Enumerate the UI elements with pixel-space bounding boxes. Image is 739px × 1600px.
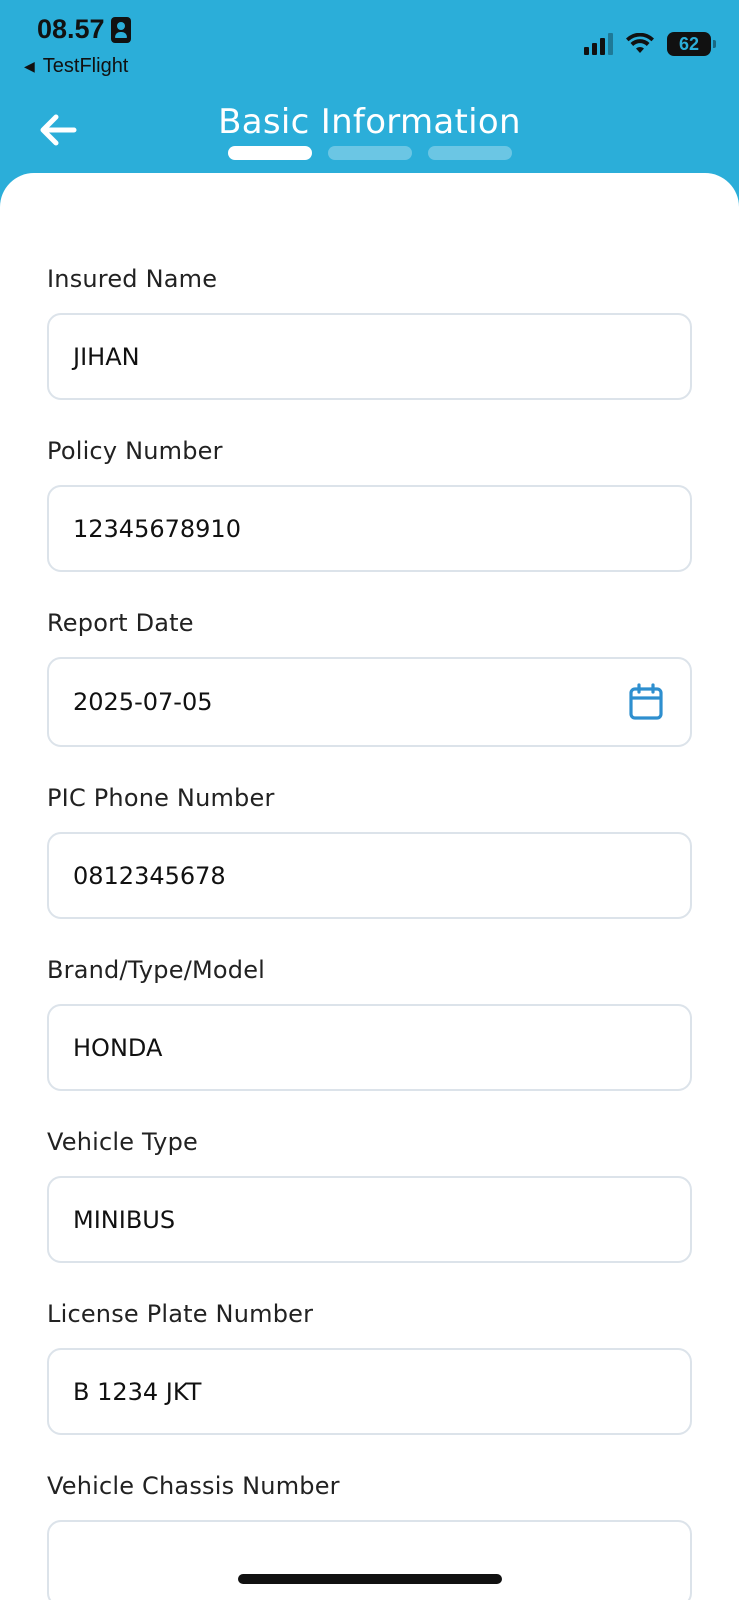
person-badge-icon xyxy=(110,16,131,43)
report-date-field: Report Date 2025-07-05 xyxy=(47,609,692,747)
report-date-label: Report Date xyxy=(47,609,194,637)
status-indicators: 62 xyxy=(584,32,716,56)
wifi-icon xyxy=(626,33,654,53)
report-date-value: 2025-07-05 xyxy=(73,688,213,716)
step-indicator-2 xyxy=(328,146,412,160)
form-sheet: Insured Name JIHAN Policy Number 1234567… xyxy=(0,173,739,1600)
brand-model-field: Brand/Type/Model HONDA xyxy=(47,956,692,1091)
brand-model-label: Brand/Type/Model xyxy=(47,956,266,984)
report-date-input[interactable]: 2025-07-05 xyxy=(47,657,692,747)
insured-name-input[interactable]: JIHAN xyxy=(47,313,692,400)
header-bar: Basic Information xyxy=(0,100,739,170)
brand-model-input[interactable]: HONDA xyxy=(47,1004,692,1091)
time-text: 08.57 xyxy=(37,14,105,44)
battery-icon: 62 xyxy=(667,32,716,56)
chassis-number-label: Vehicle Chassis Number xyxy=(47,1472,340,1500)
pic-phone-label: PIC Phone Number xyxy=(47,784,275,812)
status-bar: 08.57 ◀ TestFlight 62 xyxy=(0,0,739,90)
pic-phone-field: PIC Phone Number 0812345678 xyxy=(47,784,692,919)
license-plate-label: License Plate Number xyxy=(47,1300,314,1328)
step-progress xyxy=(228,146,512,160)
step-indicator-3 xyxy=(428,146,512,160)
insured-name-field: Insured Name JIHAN xyxy=(47,265,692,400)
battery-level: 62 xyxy=(678,33,700,54)
policy-number-label: Policy Number xyxy=(47,437,223,465)
back-app-label: TestFlight xyxy=(42,55,129,77)
pic-phone-input[interactable]: 0812345678 xyxy=(47,832,692,919)
cellular-signal-icon xyxy=(584,33,613,55)
vehicle-type-field: Vehicle Type MINIBUS xyxy=(47,1128,692,1263)
status-time: 08.57 xyxy=(37,14,131,45)
home-indicator[interactable] xyxy=(238,1574,502,1584)
page-title: Basic Information xyxy=(218,102,521,142)
insured-name-label: Insured Name xyxy=(47,265,218,293)
back-triangle-icon: ◀ xyxy=(24,58,35,74)
vehicle-type-input[interactable]: MINIBUS xyxy=(47,1176,692,1263)
step-indicator-1 xyxy=(228,146,312,160)
back-to-app-link[interactable]: ◀ TestFlight xyxy=(24,55,128,78)
policy-number-input[interactable]: 12345678910 xyxy=(47,485,692,572)
license-plate-field: License Plate Number B 1234 JKT xyxy=(47,1300,692,1435)
chassis-number-input[interactable] xyxy=(47,1520,692,1600)
vehicle-type-label: Vehicle Type xyxy=(47,1128,198,1156)
license-plate-input[interactable]: B 1234 JKT xyxy=(47,1348,692,1435)
policy-number-field: Policy Number 12345678910 xyxy=(47,437,692,572)
calendar-icon[interactable] xyxy=(628,683,664,721)
